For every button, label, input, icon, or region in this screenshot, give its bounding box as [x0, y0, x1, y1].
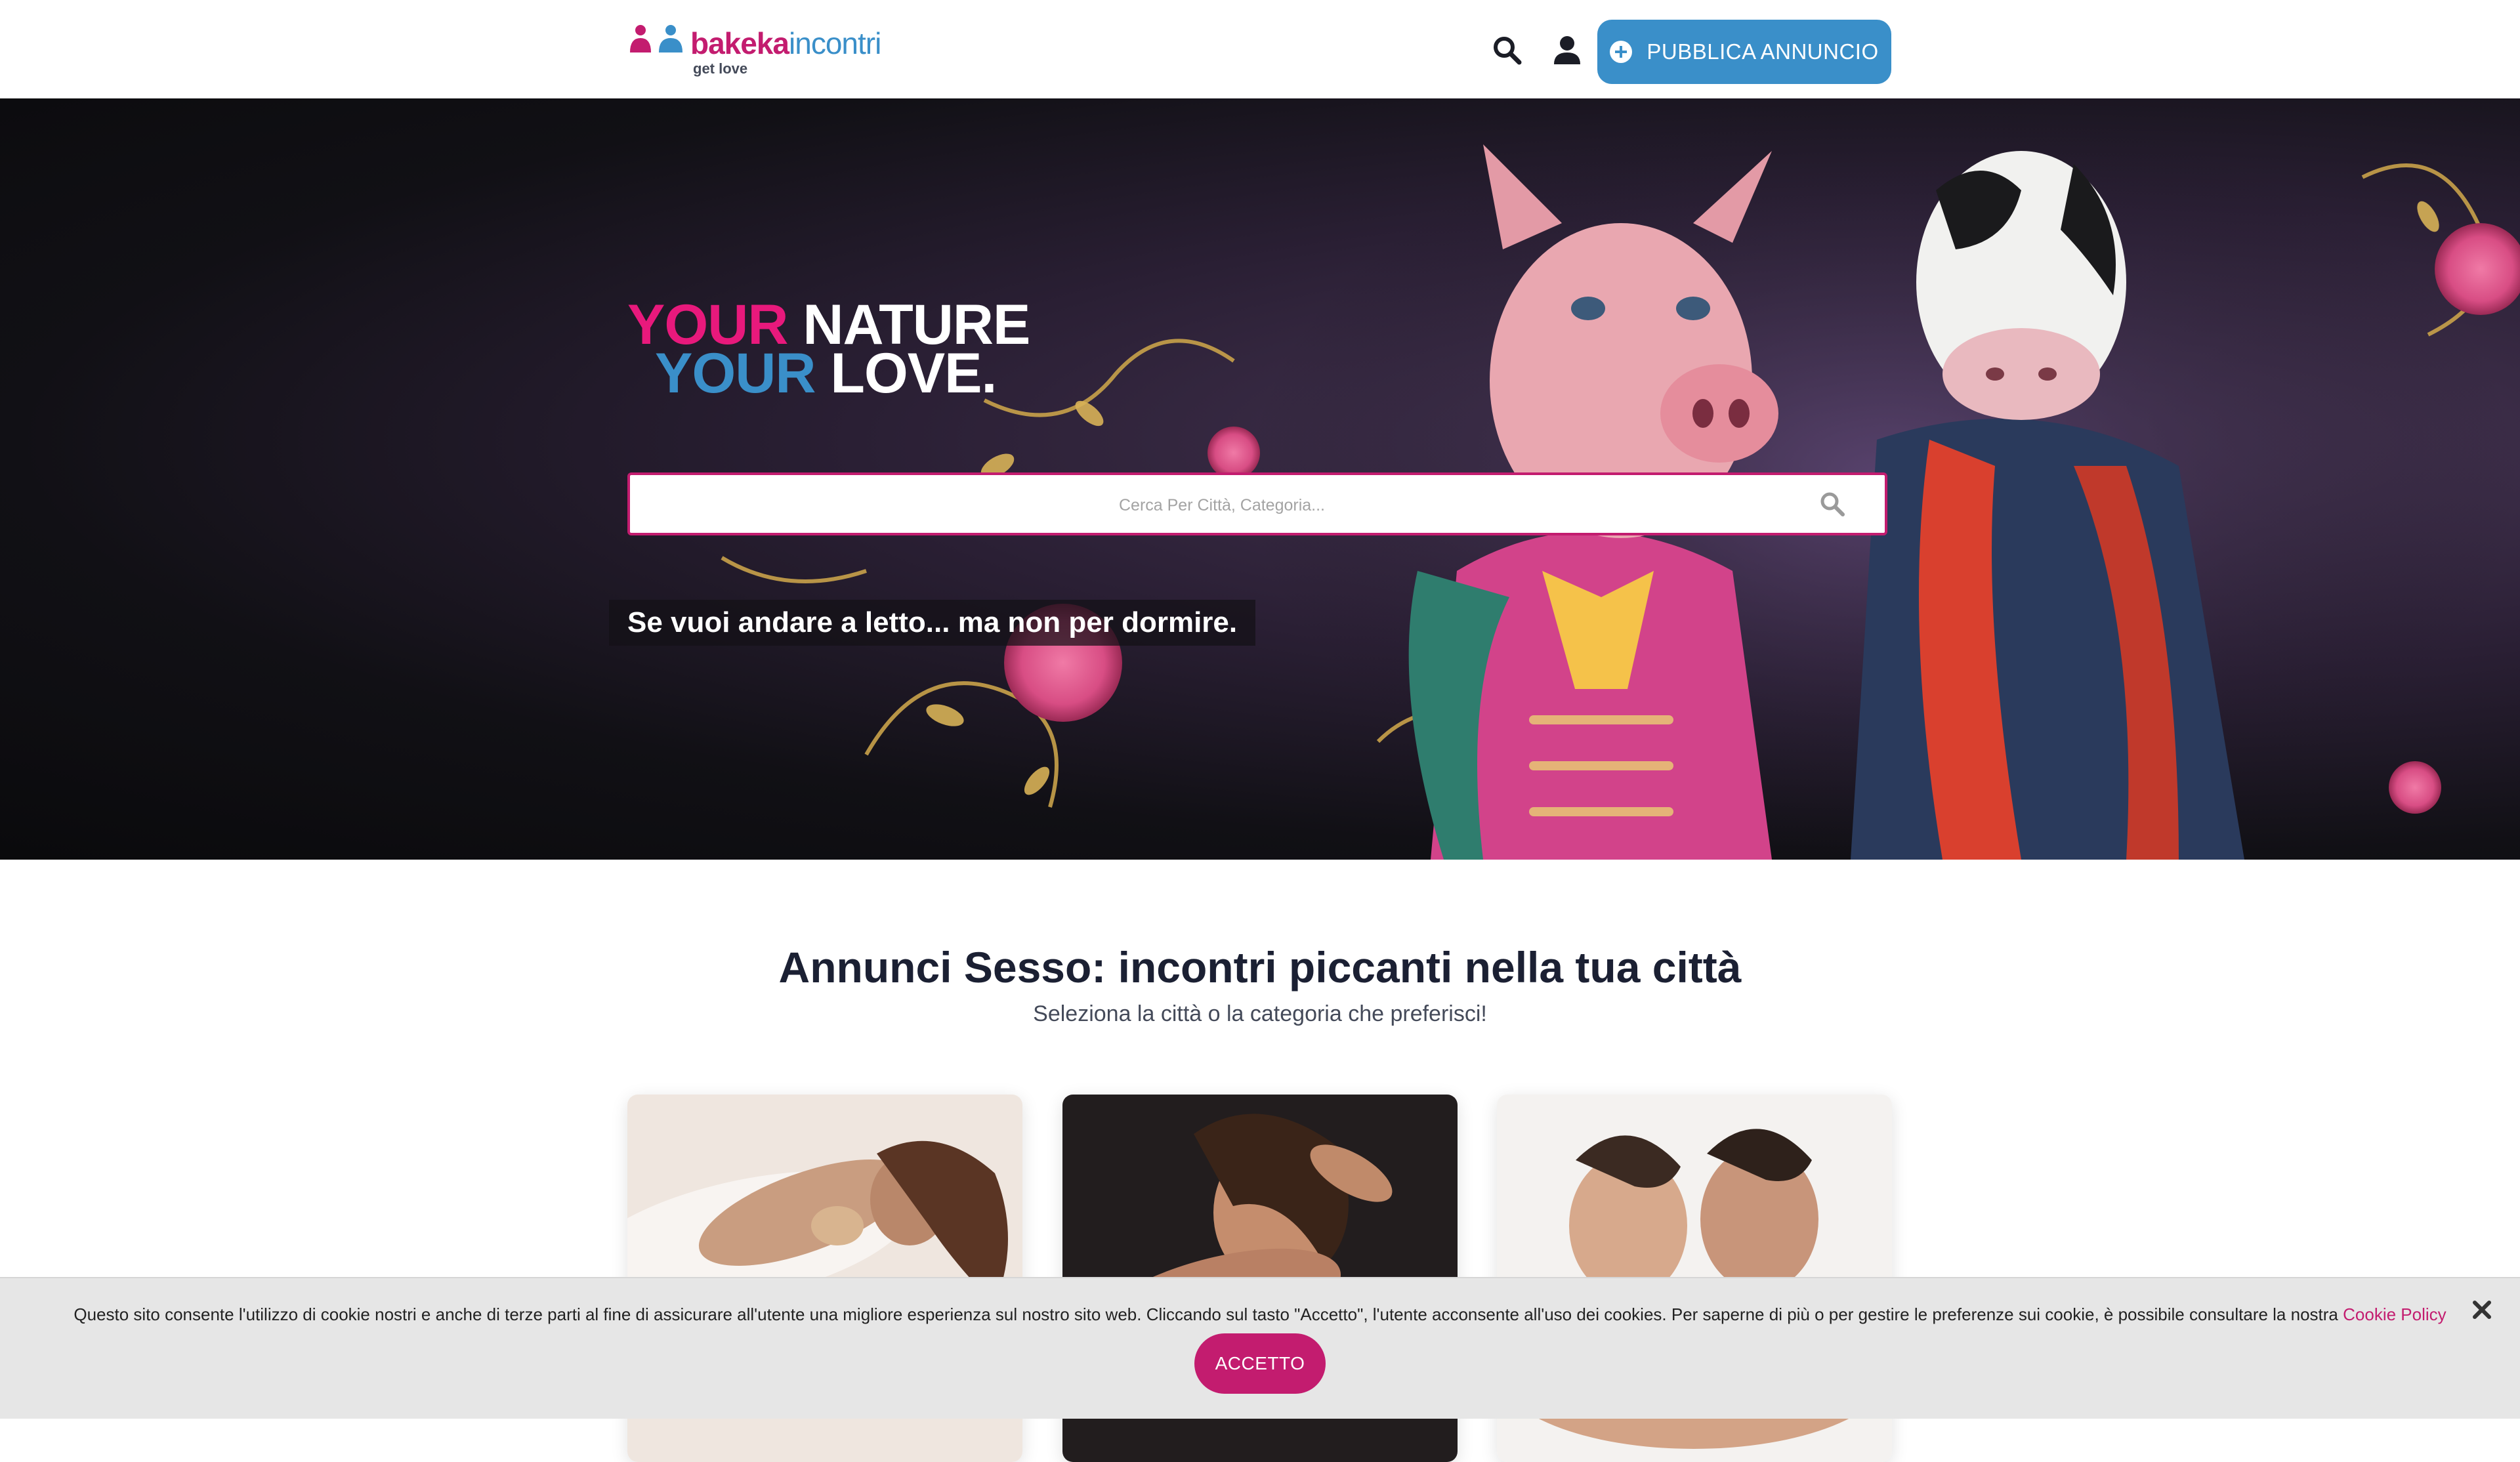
site-header: bakekaincontri get love PUBBLICA ANNUNCI…	[0, 0, 2520, 99]
user-icon[interactable]	[1551, 34, 1583, 66]
cookie-text: Questo sito consente l'utilizzo di cooki…	[74, 1305, 2338, 1324]
logo-couple-icon	[630, 25, 682, 52]
site-logo[interactable]: bakekaincontri get love	[627, 24, 903, 79]
section-title: Annunci Sesso: incontri piccanti nella t…	[778, 943, 1742, 992]
cookie-policy-link[interactable]: Cookie Policy	[2343, 1305, 2446, 1324]
logo-tagline: get love	[693, 60, 748, 77]
close-icon[interactable]	[2469, 1297, 2495, 1323]
cookie-notice: Questo sito consente l'utilizzo di cooki…	[0, 1305, 2520, 1325]
cookie-accept-button[interactable]: ACCETTO	[1194, 1333, 1326, 1394]
headline-your-2: YOUR	[655, 342, 816, 405]
logo-text-incontri: incontri	[789, 26, 881, 60]
hero-banner: YOUR NATURE YOUR LOVE. Se vuoi andare a …	[0, 98, 2520, 860]
search-icon[interactable]	[1491, 34, 1522, 66]
cookie-banner: Questo sito consente l'utilizzo di cooki…	[0, 1277, 2520, 1419]
logo-text-bakeka: bakeka	[690, 26, 789, 60]
hero-search-icon[interactable]	[1819, 491, 1845, 517]
headline-love: LOVE.	[830, 342, 997, 405]
hero-search-input[interactable]	[643, 484, 1801, 526]
hero-search-box	[627, 472, 1887, 535]
section-subtitle: Seleziona la città o la categoria che pr…	[1033, 1001, 1487, 1026]
publish-ad-label: PUBBLICA ANNUNCIO	[1647, 39, 1879, 64]
publish-ad-button[interactable]: PUBBLICA ANNUNCIO	[1597, 20, 1891, 84]
plus-circle-icon	[1610, 41, 1633, 63]
hero-headline: YOUR NATURE YOUR LOVE.	[627, 297, 1030, 402]
headline-line-2: YOUR LOVE.	[627, 345, 1030, 402]
hero-tagline: Se vuoi andare a letto... ma non per dor…	[609, 600, 1256, 646]
logo-wordmark: bakekaincontri	[690, 24, 881, 63]
